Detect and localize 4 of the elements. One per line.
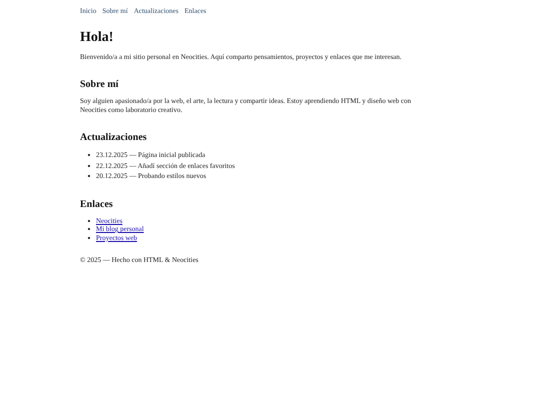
section-heading: Enlaces (80, 198, 114, 210)
page-title: Hola! (80, 29, 114, 47)
section-heading: Sobre mí (80, 78, 120, 91)
section-heading: Actualizaciones (80, 131, 148, 144)
